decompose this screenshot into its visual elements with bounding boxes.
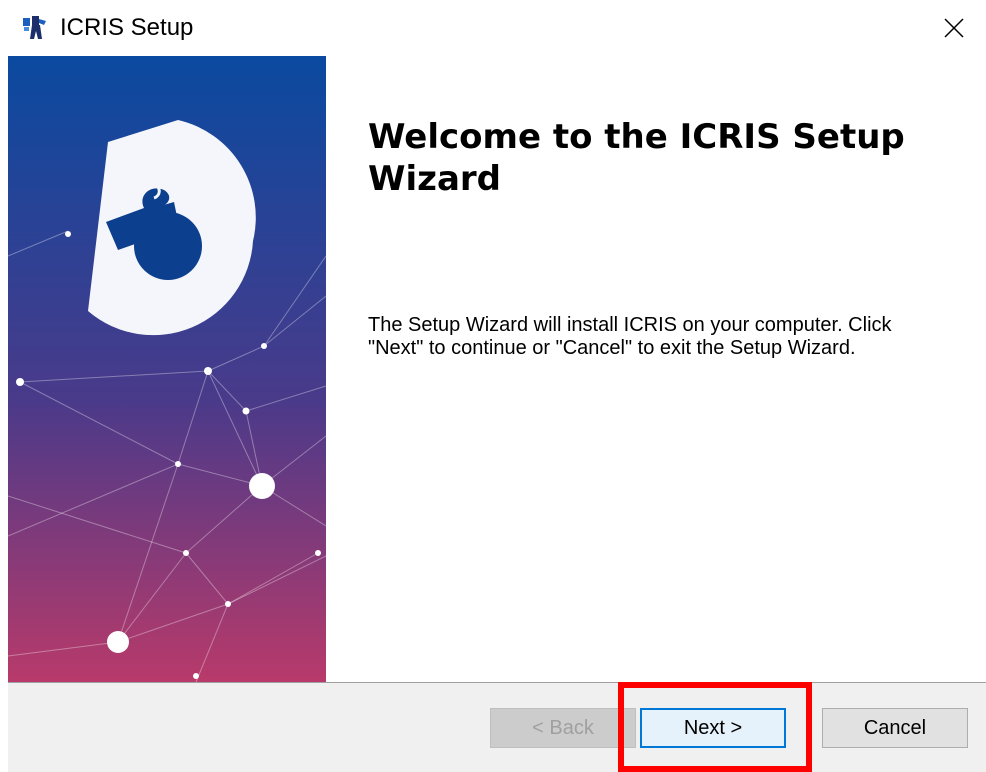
setup-window: ICRIS Setup Welcome to the ICRIS Setup W… xyxy=(0,0,986,772)
next-button[interactable]: Next > xyxy=(640,708,786,748)
back-button[interactable]: < Back xyxy=(490,708,636,748)
welcome-description: The Setup Wizard will install ICRIS on y… xyxy=(368,314,892,359)
window-title: ICRIS Setup xyxy=(60,14,194,41)
close-icon xyxy=(944,18,964,38)
icris-installer-icon xyxy=(23,16,46,39)
wizard-banner xyxy=(8,56,326,682)
banner-graphic xyxy=(8,56,326,682)
wizard-content: Welcome to the ICRIS Setup Wizard The Se… xyxy=(326,56,986,682)
close-button[interactable] xyxy=(922,0,986,56)
wizard-footer: < Back Next > Cancel xyxy=(8,683,986,772)
title-bar: ICRIS Setup xyxy=(0,0,986,56)
cancel-button[interactable]: Cancel xyxy=(822,708,968,748)
welcome-title: Welcome to the ICRIS Setup Wizard xyxy=(368,117,905,199)
